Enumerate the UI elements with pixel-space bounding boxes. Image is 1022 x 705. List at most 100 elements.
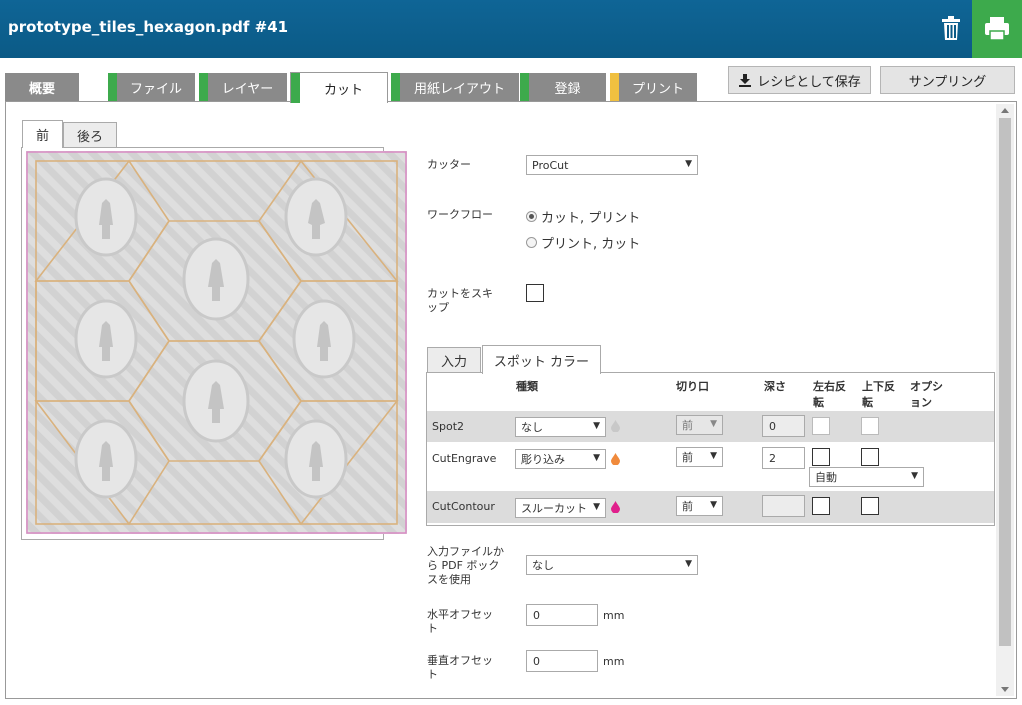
scroll-up-arrow[interactable] [996,104,1014,118]
scroll-thumb[interactable] [999,118,1011,646]
tab-label: 後ろ [76,129,103,145]
flip-v-checkbox[interactable] [861,417,879,435]
caret-down-icon: ▼ [685,559,692,569]
spot-type-value: 彫り込み [521,453,565,466]
horizontal-offset-label: 水平オフセット [427,608,493,635]
workflow-radio-cut-print[interactable]: カット, プリント [526,207,640,226]
trash-icon [942,16,960,40]
tab-label: 用紙レイアウト [413,81,505,97]
tab-label: カット [323,82,363,98]
cut-side-select[interactable]: 前 ▼ [676,415,723,435]
vertical-offset-unit: mm [603,655,625,668]
horizontal-offset-input[interactable]: 0 [526,604,598,626]
horizontal-offset-value: 0 [533,608,540,622]
vertical-offset-value: 0 [533,654,540,668]
ink-drop-icon [611,420,620,432]
caret-down-icon: ▼ [710,419,717,429]
tab-label: 登録 [554,81,581,97]
depth-value: 2 [769,451,776,465]
document-title: prototype_tiles_hexagon.pdf #41 [8,18,289,36]
vertical-offset-label: 垂直オフセット [427,654,493,681]
ink-drop-icon [611,501,620,513]
save-recipe-button[interactable]: レシピとして保存 [728,66,871,94]
column-header-flip-v: 上下反転 [862,380,895,409]
vertical-offset-input[interactable]: 0 [526,650,598,672]
tab-label: ファイル [129,81,182,97]
tab-overview[interactable]: 概要 [5,73,79,101]
radio-label: カット, プリント [541,211,641,226]
cut-side-select[interactable]: 前 ▼ [676,496,723,516]
status-stripe [391,73,400,101]
caret-down-icon: ▼ [710,451,717,461]
download-icon [739,74,752,87]
spot-type-select[interactable]: なし ▼ [515,417,606,437]
tab-registration[interactable]: 登録 [520,73,606,101]
depth-input[interactable]: 0 [762,415,805,437]
tab-front[interactable]: 前 [22,120,63,148]
tab-file[interactable]: ファイル [108,73,195,101]
spot-type-select[interactable]: 彫り込み ▼ [515,449,606,469]
tab-label: スポット カラー [493,354,590,370]
engrave-option-value: 自動 [815,471,837,484]
tab-label: プリント [631,81,684,97]
spot-type-select[interactable]: スルーカット ▼ [515,498,606,518]
tab-back[interactable]: 後ろ [63,122,117,148]
caret-down-icon: ▼ [911,471,918,481]
status-stripe [291,73,300,103]
status-stripe [108,73,117,101]
sheet-preview-image [26,151,407,534]
caret-down-icon: ▼ [710,500,717,510]
engrave-option-select[interactable]: 自動 ▼ [809,467,924,487]
cut-side-value: 前 [682,451,693,464]
cutter-label: カッター [427,158,471,171]
cut-side-value: 前 [682,500,693,513]
sampling-button[interactable]: サンプリング [880,66,1015,94]
status-stripe [610,73,619,101]
spot-name: Spot2 [432,420,465,433]
status-stripe [199,73,208,101]
flip-v-checkbox[interactable] [861,497,879,515]
scroll-down-arrow[interactable] [996,682,1014,696]
column-header-flip-h: 左右反転 [813,380,846,409]
cutter-select[interactable]: ProCut ▼ [526,155,698,175]
workflow-radio-print-cut[interactable]: プリント, カット [526,233,640,252]
tab-label: 前 [35,129,49,144]
delete-button[interactable] [931,8,971,48]
depth-input[interactable]: 2 [762,447,805,469]
tab-input[interactable]: 入力 [427,347,481,373]
pdf-box-label: 入力ファイルから PDF ボックスを使用 [427,545,504,586]
skip-cut-label: カットをスキップ [427,287,493,314]
flip-h-checkbox[interactable] [812,417,830,435]
triangle-down-icon [1001,687,1009,692]
spot-type-value: なし [521,421,543,434]
pdf-box-select[interactable]: なし ▼ [526,555,698,575]
tab-spot-color[interactable]: スポット カラー [482,345,601,374]
caret-down-icon: ▼ [593,502,600,512]
horizontal-offset-unit: mm [603,609,625,622]
skip-cut-checkbox[interactable] [526,284,544,302]
flip-v-checkbox[interactable] [861,448,879,466]
printer-icon [985,17,1009,41]
column-header-cut-side: 切り口 [676,380,709,393]
workflow-label: ワークフロー [427,208,493,221]
caret-down-icon: ▼ [593,421,600,431]
depth-input[interactable] [762,495,805,517]
tab-label: 入力 [440,354,467,370]
cut-side-value: 前 [682,419,693,432]
tab-label: 概要 [28,81,55,97]
sampling-label: サンプリング [908,74,987,90]
tab-cut[interactable]: カット [290,72,388,103]
spot-type-value: スルーカット [521,502,587,515]
flip-h-checkbox[interactable] [812,497,830,515]
caret-down-icon: ▼ [685,159,692,169]
spot-name: CutContour [432,500,495,513]
cut-side-select[interactable]: 前 ▼ [676,447,723,467]
radio-label: プリント, カット [541,237,641,252]
flip-h-checkbox[interactable] [812,448,830,466]
print-button[interactable] [972,0,1022,58]
tab-layers[interactable]: レイヤー [199,73,287,101]
vertical-scrollbar[interactable] [996,104,1014,696]
tab-paper-layout[interactable]: 用紙レイアウト [391,73,519,101]
column-header-type: 種類 [516,380,538,393]
tab-print[interactable]: プリント [610,73,697,101]
